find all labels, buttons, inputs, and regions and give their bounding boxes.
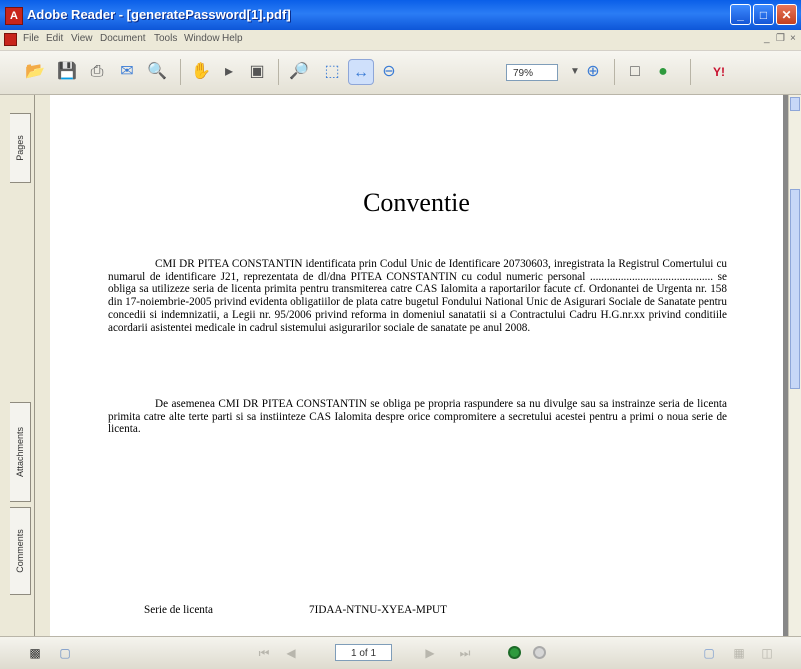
fit-page-icon[interactable]: ⬚: [319, 59, 345, 85]
fit-width-icon[interactable]: ↔: [348, 59, 374, 85]
document-paragraph-1: CMI DR PITEA CONSTANTIN identificata pri…: [108, 258, 727, 334]
first-page-icon[interactable]: ⏮: [255, 645, 273, 661]
toolbar-separator: [690, 59, 691, 85]
page-layout-icon[interactable]: □: [622, 59, 648, 85]
zoom-level-field[interactable]: 79%: [506, 64, 558, 81]
menu-document[interactable]: Document: [100, 33, 146, 44]
adobe-reader-icon[interactable]: A: [5, 7, 23, 25]
document-icon[interactable]: [4, 33, 17, 46]
toolbar-separator: [180, 59, 181, 85]
hand-tool-icon[interactable]: ✋: [188, 59, 214, 85]
document-viewport[interactable]: Conventie CMI DR PITEA CONSTANTIN identi…: [50, 95, 788, 636]
panel-divider: [34, 95, 35, 636]
window-title: Adobe Reader - [generatePassword[1].pdf]: [27, 7, 291, 22]
single-page-icon[interactable]: ▢: [700, 645, 718, 661]
go-forward-icon[interactable]: [533, 646, 546, 659]
license-value: 7IDAA-NTNU-XYEA-MPUT: [309, 604, 447, 616]
help-icon[interactable]: ●: [650, 59, 676, 85]
menu-edit[interactable]: Edit: [46, 33, 63, 44]
status-bar: ▩ ▢ ⏮ ◀ 1 of 1 ▶ ⏭ ▢ ▦ ◫: [0, 636, 801, 669]
tab-comments-label: Comments: [15, 529, 25, 573]
open-icon[interactable]: 📂: [22, 59, 48, 85]
continuous-icon[interactable]: ▦: [730, 645, 748, 661]
toolbar-separator: [278, 59, 279, 85]
select-tool-icon[interactable]: ▸: [216, 59, 242, 85]
menu-bar: File Edit View Document Tools Window Hel…: [0, 30, 801, 51]
search-icon[interactable]: 🔍: [144, 59, 170, 85]
menu-file[interactable]: File: [23, 33, 39, 44]
doc-minimize-button[interactable]: _: [764, 33, 770, 44]
page-number-field[interactable]: 1 of 1: [335, 644, 392, 661]
pdf-page[interactable]: Conventie CMI DR PITEA CONSTANTIN identi…: [50, 95, 783, 636]
toolbar: 📂 💾 ⎙ ✉ 🔍 ✋ ▸ ▣ 🔎 ⬚ ↔ ⊖ 79% ▼ ⊕ □ ● Y!: [0, 51, 801, 95]
zoom-out-icon[interactable]: ⊖: [376, 59, 402, 85]
save-icon[interactable]: 💾: [54, 59, 80, 85]
tab-attachments-label: Attachments: [15, 426, 25, 478]
maximize-button[interactable]: □: [753, 4, 774, 25]
tab-comments[interactable]: Comments: [10, 507, 31, 595]
zoom-in-plus-icon[interactable]: ⊕: [580, 59, 606, 85]
tab-attachments[interactable]: Attachments: [10, 402, 31, 502]
last-page-icon[interactable]: ⏭: [456, 645, 474, 661]
title-bar[interactable]: A Adobe Reader - [generatePassword[1].pd…: [0, 0, 801, 30]
go-back-icon[interactable]: [508, 646, 521, 659]
tab-pages-label: Pages: [15, 135, 25, 161]
yahoo-icon[interactable]: Y!: [700, 59, 738, 85]
close-button[interactable]: ✕: [776, 4, 797, 25]
snapshot-icon[interactable]: ▣: [244, 59, 270, 85]
navigation-panel: Pages Attachments Comments: [0, 95, 50, 636]
doc-restore-button[interactable]: ❐: [776, 33, 785, 44]
facing-icon[interactable]: ◫: [758, 645, 776, 661]
menu-view[interactable]: View: [71, 33, 93, 44]
menu-tools[interactable]: Tools: [154, 33, 177, 44]
document-paragraph-2: De asemenea CMI DR PITEA CONSTANTIN se o…: [108, 398, 727, 436]
minimize-button[interactable]: _: [730, 4, 751, 25]
previous-page-icon[interactable]: ◀: [282, 645, 300, 661]
tab-pages[interactable]: Pages: [10, 113, 31, 183]
scroll-thumb[interactable]: [790, 189, 800, 389]
scroll-up-arrow[interactable]: [790, 97, 800, 111]
vertical-scrollbar[interactable]: [788, 95, 801, 636]
license-label: Serie de licenta: [144, 604, 213, 616]
print-icon[interactable]: ⎙: [84, 59, 110, 85]
save-copy-icon[interactable]: ▩: [26, 645, 44, 661]
zoom-in-icon[interactable]: 🔎: [286, 59, 312, 85]
document-title: Conventie: [363, 188, 470, 217]
email-icon[interactable]: ✉: [114, 59, 140, 85]
menu-help[interactable]: Help: [222, 33, 243, 44]
doc-close-button[interactable]: ×: [790, 33, 796, 44]
next-page-icon[interactable]: ▶: [421, 645, 439, 661]
toolbar-separator: [614, 59, 615, 85]
properties-icon[interactable]: ▢: [56, 645, 74, 661]
menu-window[interactable]: Window: [184, 33, 220, 44]
